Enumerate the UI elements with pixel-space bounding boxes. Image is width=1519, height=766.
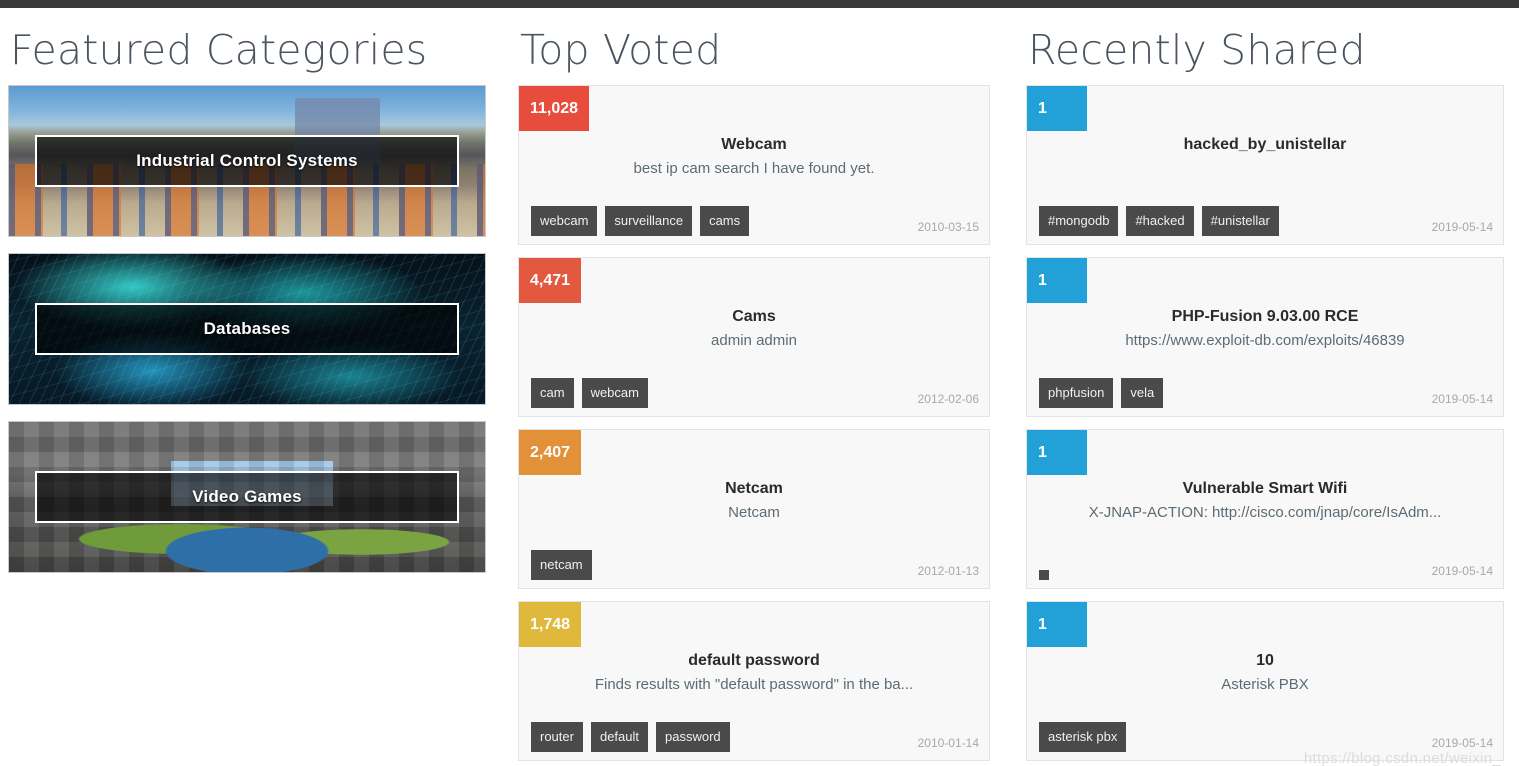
tag-pill[interactable]: phpfusion [1039, 378, 1114, 408]
tag-row: router default password [531, 722, 730, 752]
post-body: 10 Asterisk PBX [1027, 650, 1503, 696]
top-voted-column: Top Voted 11,028 Webcam best ip cam search… [518, 8, 1006, 766]
post-date: 2019-05-14 [1431, 736, 1493, 750]
post-title[interactable]: Cams [533, 306, 975, 328]
tag-row: #mongodb #hacked #unistellar [1039, 206, 1279, 236]
post-date: 2010-03-15 [917, 220, 979, 234]
post-card[interactable]: 1 hacked_by_unistellar #mongodb #hacked #uni… [1026, 85, 1504, 245]
tag-row [1039, 570, 1049, 580]
post-title[interactable]: Netcam [533, 478, 975, 500]
recently-shared-title: Recently Shared [1028, 26, 1366, 74]
tag-pill[interactable]: cams [700, 206, 750, 236]
category-label-overlay: Databases [35, 303, 459, 355]
tag-row: netcam [531, 550, 592, 580]
tag-pill[interactable] [1039, 570, 1049, 580]
vote-count-badge: 1 [1027, 258, 1087, 303]
top-voted-title: Top Voted [520, 26, 722, 74]
post-date: 2012-01-13 [917, 564, 979, 578]
category-label: Industrial Control Systems [136, 151, 358, 170]
post-card[interactable]: 2,407 Netcam Netcam netcam 2012-01-13 [518, 429, 990, 589]
vote-count-badge: 4,471 [519, 258, 582, 303]
tag-pill[interactable]: cam [531, 378, 574, 408]
top-voted-list: 11,028 Webcam best ip cam search I have fo… [518, 85, 1006, 761]
post-card[interactable]: 1 Vulnerable Smart Wifi X-JNAP-ACTION: htt… [1026, 429, 1504, 589]
top-bar [0, 0, 1519, 8]
post-date: 2019-05-14 [1431, 564, 1493, 578]
tag-pill[interactable]: surveillance [605, 206, 693, 236]
tag-pill[interactable]: #unistellar [1201, 206, 1279, 236]
post-date: 2019-05-14 [1431, 220, 1493, 234]
tag-row: asterisk pbx [1039, 722, 1127, 752]
post-title[interactable]: PHP-Fusion 9.03.00 RCE [1041, 306, 1489, 328]
post-title[interactable]: hacked_by_unistellar [1041, 134, 1489, 156]
post-body: PHP-Fusion 9.03.00 RCE https://www.exploi… [1027, 306, 1503, 352]
tag-pill[interactable]: netcam [531, 550, 592, 580]
tag-pill[interactable]: #hacked [1126, 206, 1194, 236]
post-body: Webcam best ip cam search I have found ye… [519, 134, 989, 180]
vote-count-badge: 1 [1027, 602, 1087, 647]
category-label: Video Games [192, 487, 302, 506]
featured-categories-column: Featured Categories Industrial Control S… [8, 8, 498, 573]
page-container: Featured Categories Industrial Control S… [0, 8, 1519, 766]
post-date: 2010-01-14 [917, 736, 979, 750]
category-label-overlay: Industrial Control Systems [35, 135, 459, 187]
post-title[interactable]: Vulnerable Smart Wifi [1041, 478, 1489, 500]
tag-pill[interactable]: password [656, 722, 730, 752]
tag-row: cam webcam [531, 378, 648, 408]
post-description: Netcam [728, 503, 780, 521]
post-description: X-JNAP-ACTION: http://cisco.com/jnap/cor… [1088, 503, 1442, 521]
featured-categories-list: Industrial Control Systems Databases Video… [8, 85, 498, 573]
post-body: Netcam Netcam [519, 478, 989, 524]
tag-pill[interactable]: #mongodb [1039, 206, 1119, 236]
tag-row: phpfusion vela [1039, 378, 1164, 408]
post-description: best ip cam search I have found yet. [633, 159, 875, 177]
category-label: Databases [203, 319, 291, 338]
post-description: Finds results with "default password" in… [594, 675, 914, 693]
category-label-overlay: Video Games [35, 471, 459, 523]
post-description: Asterisk PBX [1221, 675, 1309, 693]
tag-pill[interactable]: webcam [581, 378, 648, 408]
post-date: 2012-02-06 [917, 392, 979, 406]
post-body: Cams admin admin [519, 306, 989, 352]
post-description: admin admin [711, 331, 797, 349]
post-title[interactable]: 10 [1041, 650, 1489, 672]
tag-pill[interactable]: vela [1121, 378, 1164, 408]
category-card[interactable]: Databases [8, 253, 486, 405]
vote-count-badge: 1,748 [519, 602, 582, 647]
category-card[interactable]: Industrial Control Systems [8, 85, 486, 237]
recently-shared-column: Recently Shared 1 hacked_by_unistellar #mo… [1026, 8, 1511, 766]
post-body: default password Finds results with "defa… [519, 650, 989, 696]
post-body: Vulnerable Smart Wifi X-JNAP-ACTION: http… [1027, 478, 1503, 524]
post-body: hacked_by_unistellar [1027, 134, 1503, 156]
category-card[interactable]: Video Games [8, 421, 486, 573]
recently-shared-list: 1 hacked_by_unistellar #mongodb #hacked #uni… [1026, 85, 1511, 761]
tag-pill[interactable]: webcam [531, 206, 598, 236]
post-card[interactable]: 1 10 Asterisk PBX asterisk pbx 2019-05-14 [1026, 601, 1504, 761]
tag-row: webcam surveillance cams [531, 206, 750, 236]
tag-pill[interactable]: router [531, 722, 583, 752]
post-card[interactable]: 11,028 Webcam best ip cam search I have fo… [518, 85, 990, 245]
post-date: 2019-05-14 [1431, 392, 1493, 406]
post-card[interactable]: 1,748 default password Finds results with … [518, 601, 990, 761]
vote-count-badge: 2,407 [519, 430, 582, 475]
post-title[interactable]: Webcam [533, 134, 975, 156]
post-card[interactable]: 1 PHP-Fusion 9.03.00 RCE https://www.explo… [1026, 257, 1504, 417]
tag-pill[interactable]: default [590, 722, 649, 752]
tag-pill[interactable]: asterisk pbx [1039, 722, 1127, 752]
vote-count-badge: 11,028 [519, 86, 590, 131]
vote-count-badge: 1 [1027, 86, 1087, 131]
vote-count-badge: 1 [1027, 430, 1087, 475]
post-title[interactable]: default password [533, 650, 975, 672]
post-description: https://www.exploit-db.com/exploits/4683… [1125, 331, 1405, 349]
post-card[interactable]: 4,471 Cams admin admin cam webcam 2012-02-06 [518, 257, 990, 417]
featured-categories-title: Featured Categories [10, 26, 428, 74]
